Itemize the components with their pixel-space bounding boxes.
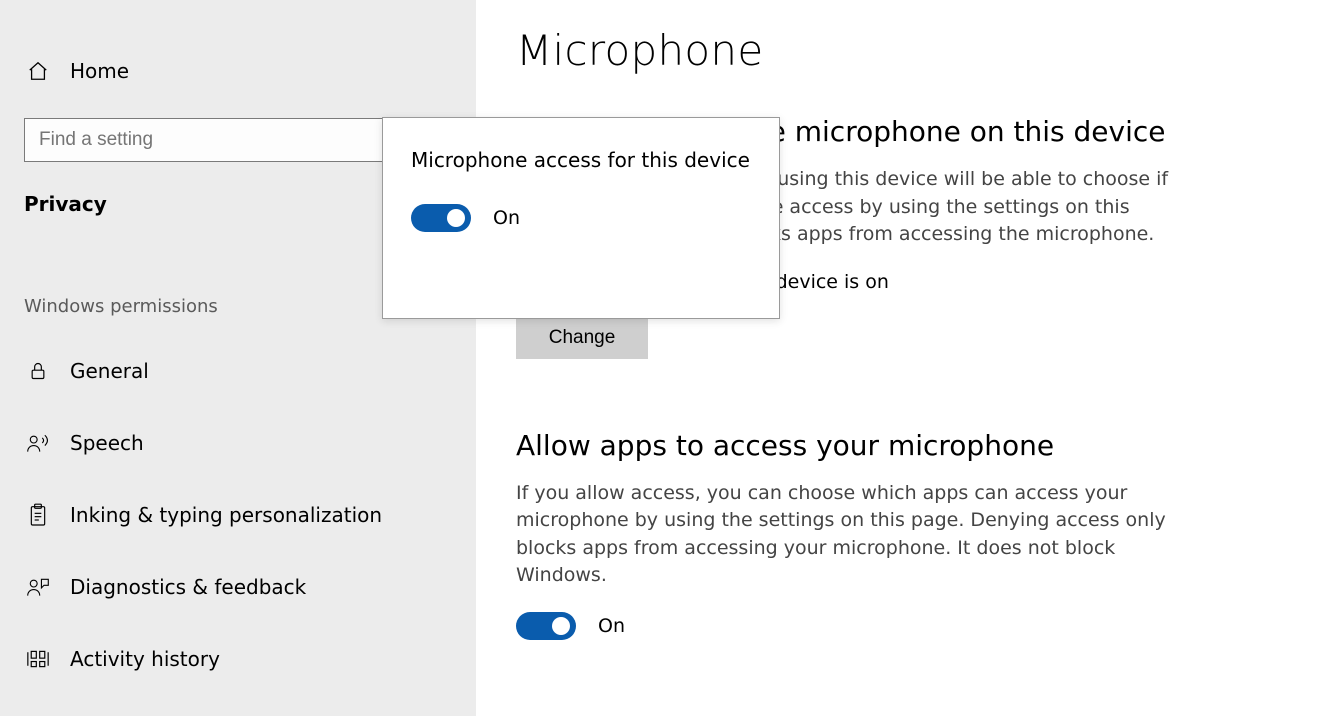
page-title: Microphone: [516, 26, 1327, 75]
sidebar-home-label: Home: [70, 59, 129, 83]
apps-access-toggle[interactable]: [516, 612, 576, 640]
sidebar-item-label: Diagnostics & feedback: [70, 575, 306, 599]
activity-icon: [24, 645, 52, 673]
lock-icon: [24, 357, 52, 385]
popup-title: Microphone access for this device: [411, 146, 751, 174]
sidebar-item-label: General: [70, 359, 149, 383]
microphone-access-popup: Microphone access for this device On: [382, 117, 780, 319]
sidebar-item-activity[interactable]: Activity history: [0, 623, 476, 695]
allow-apps-heading: Allow apps to access your microphone: [516, 429, 1327, 462]
feedback-icon: [24, 573, 52, 601]
allow-apps-body: If you allow access, you can choose whic…: [516, 480, 1176, 590]
main-content: Microphone Allow access to the microphon…: [476, 0, 1327, 716]
sidebar-item-label: Speech: [70, 431, 144, 455]
clipboard-icon: [24, 501, 52, 529]
change-button[interactable]: Change: [516, 315, 648, 359]
sidebar-item-label: Inking & typing personalization: [70, 503, 382, 527]
device-access-toggle-label: On: [493, 207, 520, 229]
sidebar-item-label: Activity history: [70, 647, 220, 671]
sidebar-home[interactable]: Home: [0, 42, 476, 100]
sidebar: Home Privacy Windows permissions General: [0, 0, 476, 716]
sidebar-item-inking[interactable]: Inking & typing personalization: [0, 479, 476, 551]
speech-icon: [24, 429, 52, 457]
sidebar-item-speech[interactable]: Speech: [0, 407, 476, 479]
apps-access-toggle-label: On: [598, 615, 625, 637]
sidebar-item-diagnostics[interactable]: Diagnostics & feedback: [0, 551, 476, 623]
home-icon: [24, 57, 52, 85]
device-access-toggle[interactable]: [411, 204, 471, 232]
sidebar-item-general[interactable]: General: [0, 335, 476, 407]
